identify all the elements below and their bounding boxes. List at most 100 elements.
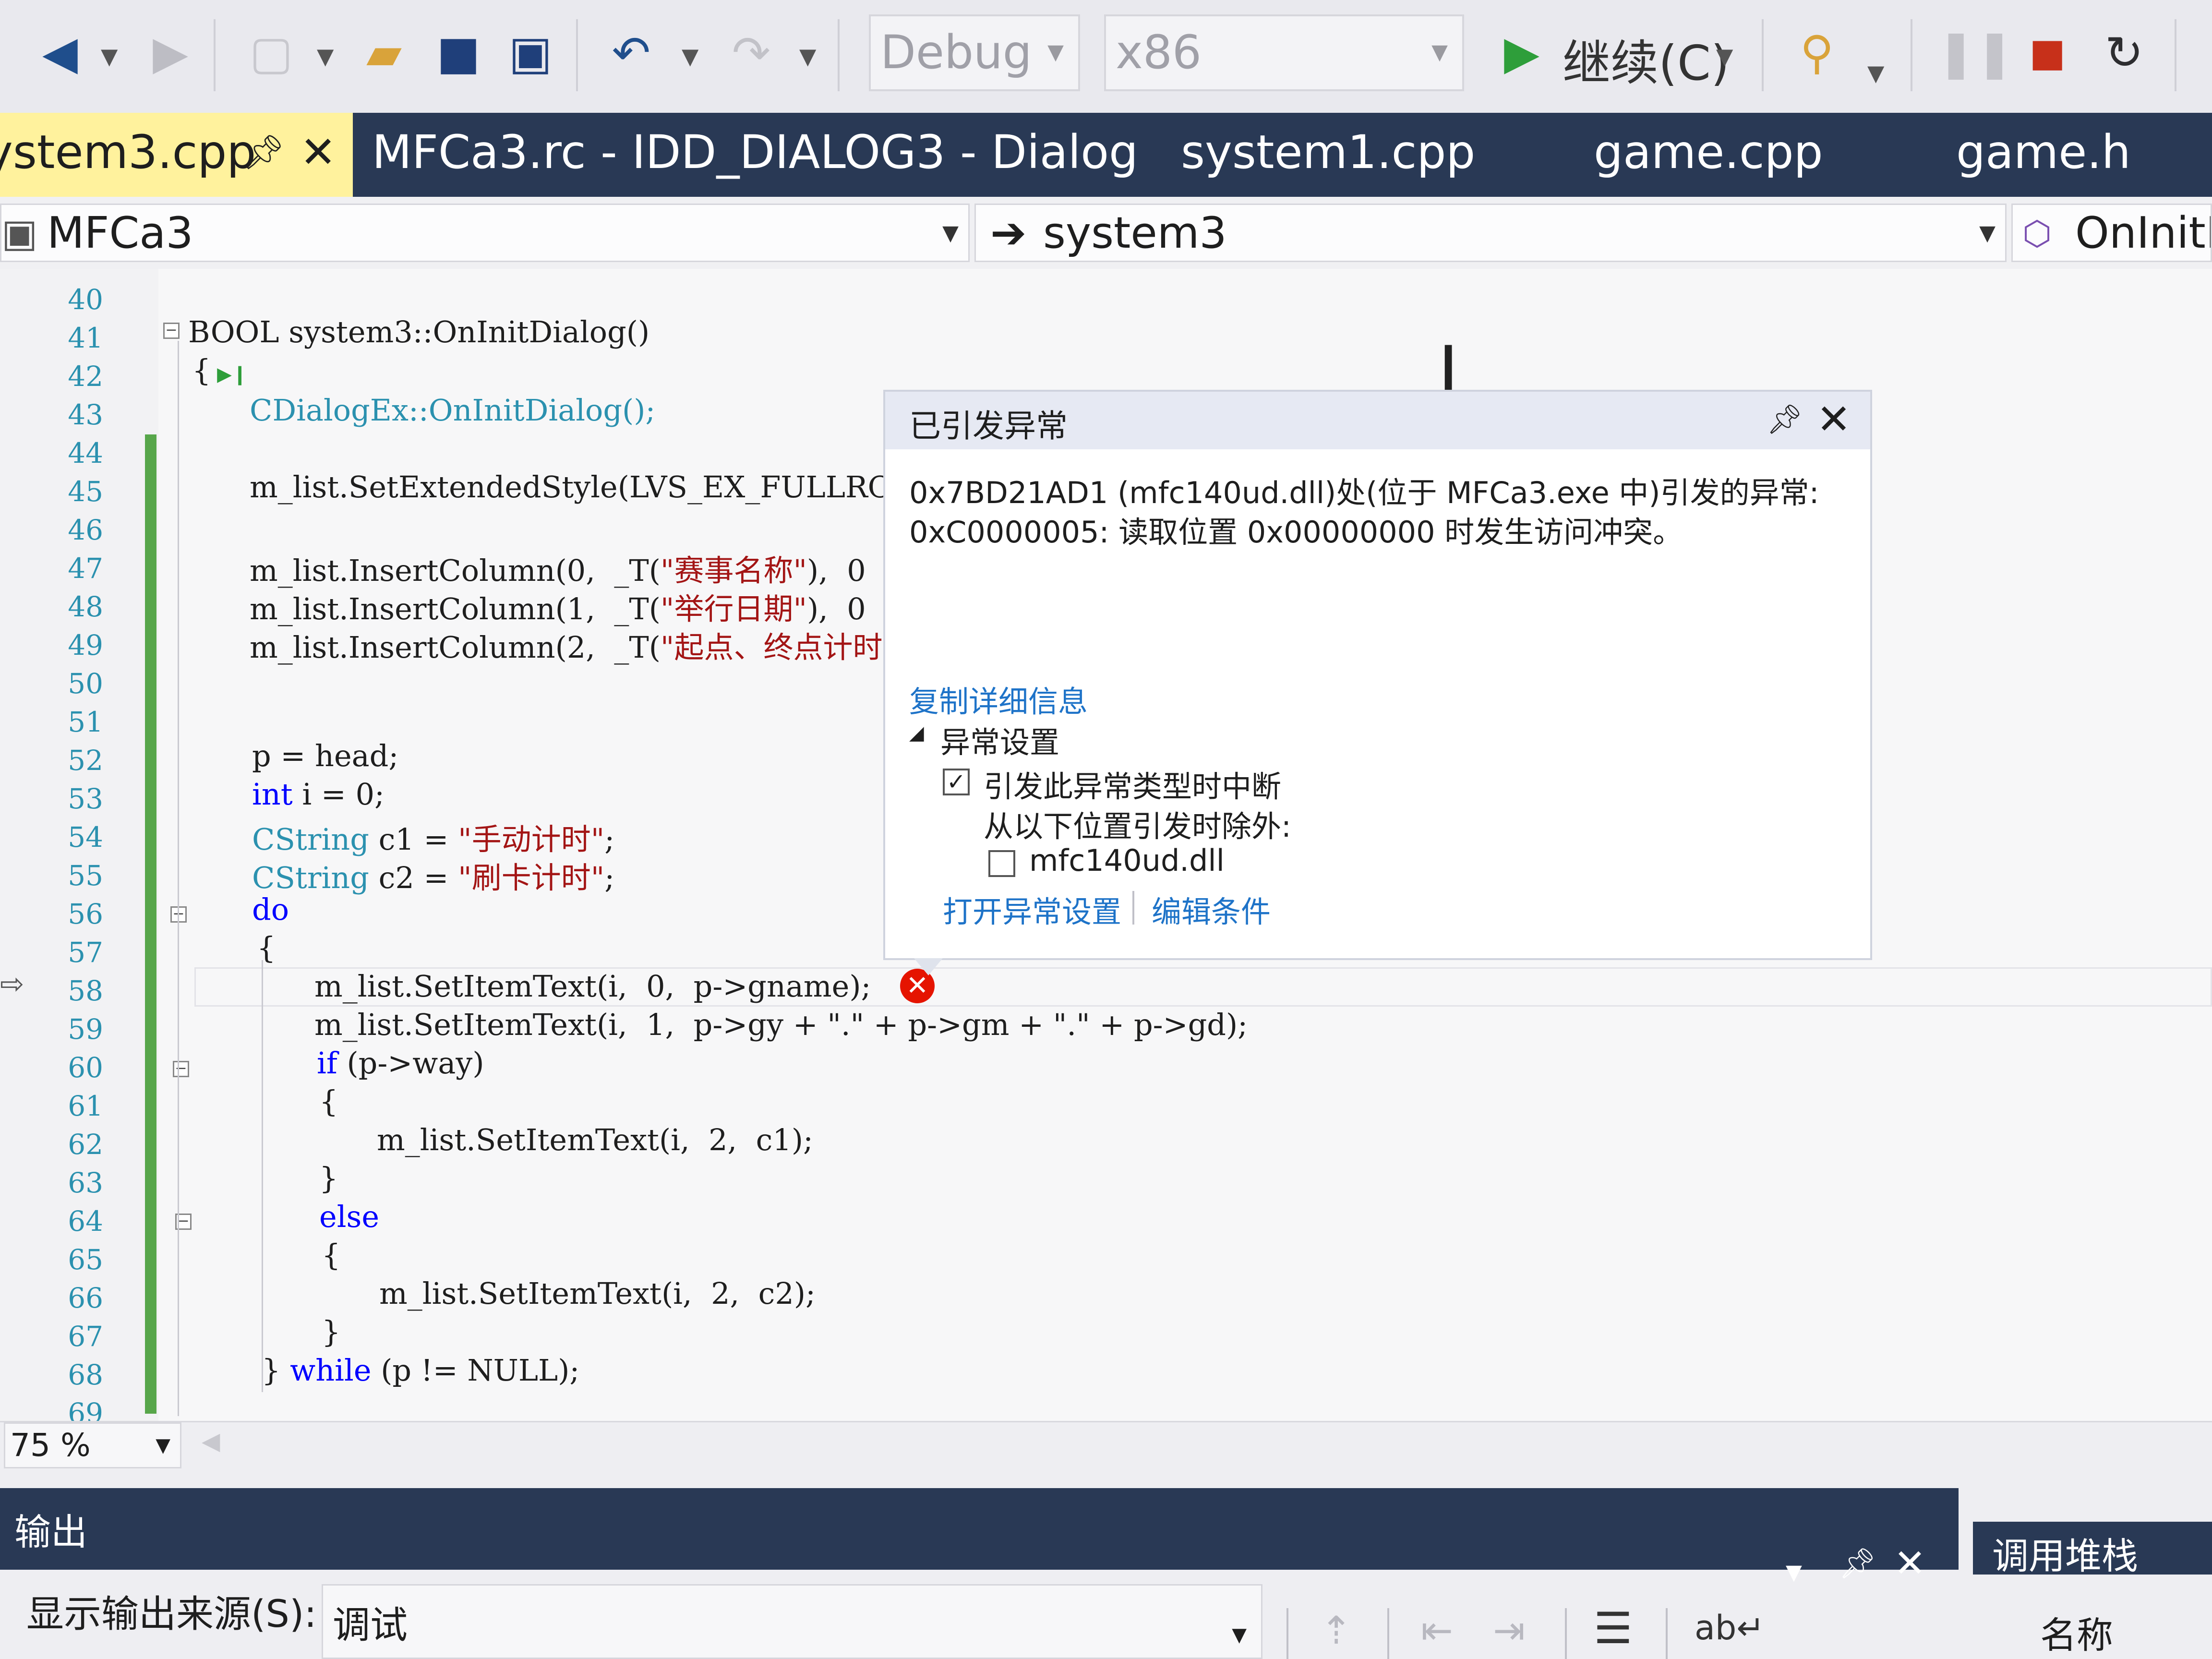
line-number: 60 <box>68 1051 103 1084</box>
chevron-down-icon[interactable]: ▼ <box>1786 1560 1802 1585</box>
pin-tab-icon[interactable]: 📌︎ <box>242 113 285 192</box>
navigate-back-icon[interactable]: ◀ <box>34 26 86 79</box>
chevron-down-icon[interactable]: ▼ <box>682 43 698 69</box>
code-token: system3::OnInitDialog() <box>279 314 650 349</box>
chevron-down-icon[interactable]: ▼ <box>101 43 118 69</box>
pin-panel-icon[interactable]: 📌︎ <box>1839 1546 1876 1581</box>
call-stack-title: 调用堆栈 <box>1992 1535 2138 1577</box>
break-when-thrown-checkbox[interactable]: ✓ <box>943 769 970 795</box>
popup-title: 已引发异常 <box>909 408 1068 445</box>
pin-popup-icon[interactable]: 📌︎ <box>1767 402 1803 436</box>
code-token: ), 0 <box>806 591 866 626</box>
code-token: ; <box>604 860 615 895</box>
code-line-56: do <box>252 892 289 927</box>
continue-button[interactable]: 继续(C) <box>1563 24 1730 94</box>
line-number: 64 <box>68 1205 103 1238</box>
continue-play-icon[interactable]: ▶ <box>1495 26 1548 79</box>
next-statement-arrow-icon[interactable]: ⇨ <box>0 967 24 1001</box>
stop-icon[interactable]: ■ <box>2021 26 2074 79</box>
collapse-region-icon[interactable]: − <box>163 323 180 339</box>
code-line-63: } <box>319 1161 338 1196</box>
tab-label: game.cpp <box>1594 125 1823 179</box>
toolbar-separator <box>2175 19 2176 91</box>
tab-system1-cpp[interactable]: system1.cpp <box>1181 113 1475 197</box>
module-exception-checkbox[interactable] <box>988 850 1015 877</box>
tab-mfca3-rc-dialog[interactable]: MFCa3.rc - IDD_DIALOG3 - Dialog <box>372 113 1138 197</box>
output-source-combo[interactable]: 调试 ▼ <box>322 1584 1262 1659</box>
line-number: 68 <box>68 1358 103 1391</box>
chevron-down-icon[interactable]: ▼ <box>317 43 334 69</box>
open-exception-settings-link[interactable]: 打开异常设置 <box>943 888 1121 931</box>
code-line-57: { <box>257 930 276 965</box>
exception-message-line1: 0x7BD21AD1 (mfc140ud.dll)处(位于 MFCa3.exe … <box>909 475 1819 510</box>
line-number: 51 <box>68 706 103 738</box>
code-line-41: BOOL system3::OnInitDialog() <box>188 314 649 349</box>
navigation-bar: ▣ MFCa3 ▼ ➔ system3 ▼ ⬡ OnInitD <box>0 197 2212 271</box>
find-in-files-icon[interactable]: ⚲ <box>1791 26 1843 79</box>
line-number: 48 <box>68 590 103 623</box>
scroll-left-icon[interactable]: ◀ <box>202 1427 220 1455</box>
code-keyword: int <box>252 777 293 812</box>
scope-combo-value: system3 <box>1043 208 1227 258</box>
go-to-previous-message-icon[interactable]: ⇡ <box>1320 1608 1352 1653</box>
expander-triangle-icon[interactable]: ◢ <box>909 722 924 744</box>
zoom-combo[interactable]: 75 % ▼ <box>4 1422 181 1468</box>
project-combo[interactable]: ▣ MFCa3 ▼ <box>0 204 970 262</box>
code-line-48: m_list.InsertColumn(1, _T("举行日期"), 0 <box>250 585 866 628</box>
exception-message-line2: 0xC0000005: 读取位置 0x00000000 时发生访问冲突。 <box>909 515 1683 550</box>
code-line-60: if (p->way) <box>317 1046 484 1081</box>
close-popup-icon[interactable]: ✕ <box>1816 396 1851 444</box>
code-line-68: } while (p != NULL); <box>262 1353 579 1388</box>
edit-conditions-link[interactable]: 编辑条件 <box>1152 888 1271 931</box>
scope-arrow-icon: ➔ <box>990 208 1027 258</box>
run-to-click-icon[interactable]: ▶❙ <box>211 363 248 385</box>
line-number: 55 <box>68 859 103 892</box>
code-keyword: while <box>290 1353 372 1388</box>
clear-all-icon[interactable]: ☰ <box>1594 1603 1633 1654</box>
scope-combo[interactable]: ➔ system3 ▼ <box>974 204 2007 262</box>
chevron-down-icon: ▼ <box>156 1434 170 1456</box>
open-file-icon[interactable]: ▰ <box>358 26 410 79</box>
find-next-icon[interactable]: ⇥ <box>1493 1608 1525 1653</box>
member-combo[interactable]: ⬡ OnInitD <box>2011 204 2212 262</box>
line-number: 57 <box>68 936 103 969</box>
word-wrap-icon[interactable]: ab↵ <box>1695 1608 1765 1647</box>
line-number: 43 <box>68 398 103 431</box>
code-line-53: int i = 0; <box>252 777 385 812</box>
copy-details-link[interactable]: 复制详细信息 <box>909 677 1088 721</box>
change-tracking-bar <box>145 434 156 1414</box>
solution-configuration-combo[interactable]: Debug ▼ <box>869 14 1080 91</box>
line-number: 59 <box>68 1013 103 1046</box>
chevron-down-icon[interactable]: ▼ <box>799 43 816 69</box>
save-icon[interactable]: ■ <box>432 26 485 79</box>
tab-game-h[interactable]: game.h <box>1956 113 2131 197</box>
new-project-icon[interactable]: ▢ <box>245 26 298 79</box>
chevron-down-icon[interactable]: ▼ <box>1716 43 1733 69</box>
collapse-region-icon[interactable]: − <box>173 1061 189 1077</box>
code-token: (p->way) <box>337 1046 484 1081</box>
close-tab-icon[interactable]: ✕ <box>300 113 336 192</box>
chevron-down-icon: ▼ <box>1232 1624 1247 1646</box>
code-token: } <box>262 1353 290 1388</box>
code-line-42: { ▶❙ <box>192 353 248 388</box>
line-number: 45 <box>68 475 103 508</box>
code-token: ; <box>604 822 615 857</box>
output-source-value: 调试 <box>333 1604 408 1647</box>
tab-system3-cpp[interactable]: ystem3.cpp 📌︎ ✕ <box>0 113 353 197</box>
restart-icon[interactable]: ↻ <box>2098 26 2151 79</box>
project-combo-value: MFCa3 <box>47 208 193 258</box>
close-panel-icon[interactable]: ✕ <box>1894 1541 1926 1586</box>
toolbar-overflow-icon[interactable]: ▼ <box>1867 60 1884 86</box>
navigate-forward-icon[interactable]: ▶ <box>144 26 197 79</box>
find-previous-icon[interactable]: ⇤ <box>1421 1608 1453 1653</box>
line-number: 62 <box>68 1128 103 1161</box>
solution-platform-combo[interactable]: x86 ▼ <box>1104 14 1464 91</box>
redo-icon[interactable]: ↷ <box>725 26 778 79</box>
toolbar-separator <box>1762 19 1764 91</box>
save-all-icon[interactable]: ▣ <box>504 26 557 79</box>
tab-game-cpp[interactable]: game.cpp <box>1594 113 1823 197</box>
code-token: m_list.InsertColumn(0, _T( <box>250 553 661 588</box>
line-number: 56 <box>68 898 103 930</box>
pause-icon[interactable]: ❚❚ <box>1937 26 2014 79</box>
undo-icon[interactable]: ↶ <box>605 26 658 79</box>
